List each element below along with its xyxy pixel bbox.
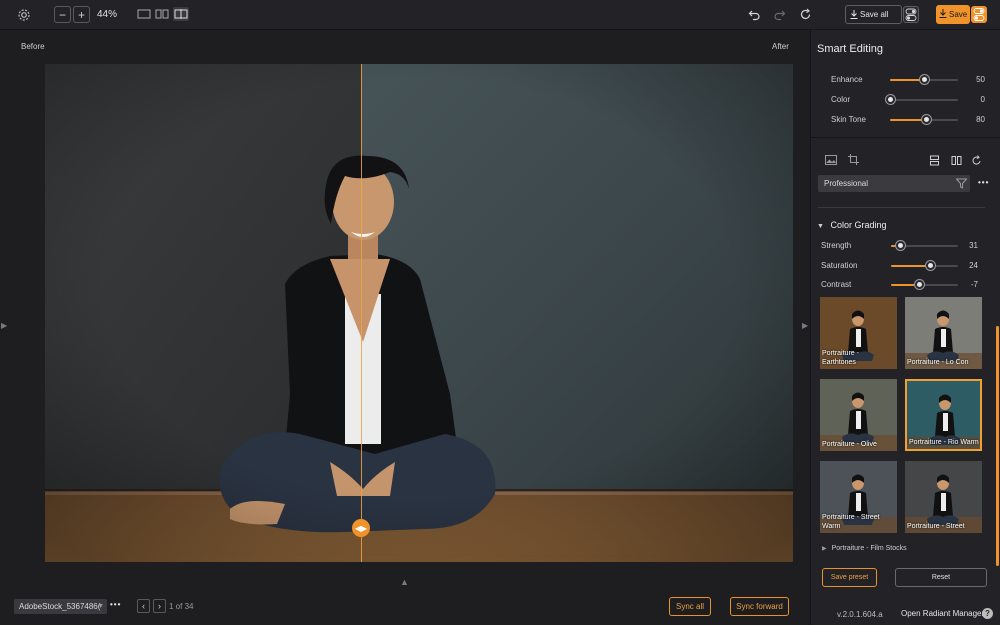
save-label: Save xyxy=(949,10,968,19)
smart-slider-label: Enhance xyxy=(831,75,863,84)
preset-thumbnail[interactable]: Portraiture - Street xyxy=(905,461,982,533)
single-view-icon[interactable] xyxy=(137,8,151,20)
after-label: After xyxy=(772,42,789,51)
save-preset-button[interactable]: Save preset xyxy=(822,568,877,587)
compare-split-handle-icon[interactable]: ◀▶ xyxy=(352,519,370,537)
settings-gear-icon[interactable] xyxy=(17,8,31,22)
grading-slider[interactable] xyxy=(891,241,958,250)
preset-category-value: Professional xyxy=(824,179,869,188)
smart-slider-thumb[interactable] xyxy=(919,75,929,84)
help-icon[interactable]: ? xyxy=(982,608,993,619)
side-by-side-view-icon[interactable] xyxy=(155,8,169,20)
preset-thumbnail[interactable]: Portraiture - Lo Con xyxy=(905,297,982,369)
previous-image-button[interactable]: ‹ xyxy=(137,599,150,613)
preset-thumbnail-label: Portraiture - Lo Con xyxy=(907,359,969,366)
version-text: v.2.0.1.604.a xyxy=(837,610,883,619)
color-grading-section-toggle[interactable]: ▼ Color Grading xyxy=(817,220,886,230)
preset-thumbnail[interactable]: Portraiture - Street Warm xyxy=(820,461,897,533)
smart-slider-value: 80 xyxy=(976,115,985,124)
zoom-in-button[interactable]: + xyxy=(73,6,90,23)
reset-button[interactable]: Reset xyxy=(895,568,987,587)
preset-category-select[interactable]: Professional xyxy=(818,175,970,192)
image-counter: 1 of 34 xyxy=(169,602,194,611)
photo-canvas[interactable]: ◀▶ xyxy=(45,64,793,562)
preset-thumbnail[interactable]: Portraiture - Olive xyxy=(820,379,897,451)
preset-thumbnail-label: Portraiture - Olive xyxy=(822,441,877,448)
preset-thumbnail-label: Portraiture - Rio Warm xyxy=(909,439,979,446)
save-all-button[interactable]: Save all xyxy=(845,5,902,24)
image-icon[interactable] xyxy=(825,155,837,165)
preset-thumbnail[interactable]: Portraiture - Rio Warm xyxy=(905,379,982,451)
smart-slider[interactable] xyxy=(885,95,958,104)
preset-more-button[interactable]: ••• xyxy=(978,178,989,187)
grading-slider[interactable] xyxy=(891,280,958,289)
app-window: − + 44% Save all Save Before After ▶ ▶ ▲… xyxy=(0,0,1000,625)
redo-icon[interactable] xyxy=(773,8,786,21)
smart-slider-value: 0 xyxy=(980,95,985,104)
zoom-out-button[interactable]: − xyxy=(54,6,71,23)
download-icon xyxy=(939,9,947,20)
right-panel-arrow-icon[interactable]: ▶ xyxy=(802,321,808,330)
save-options-toggle[interactable] xyxy=(971,6,987,23)
file-name: AdobeStock_5367486( xyxy=(19,602,101,611)
smart-slider-label: Skin Tone xyxy=(831,115,866,124)
smart-slider-fill xyxy=(890,79,924,81)
sync-forward-button[interactable]: Sync forward xyxy=(730,597,789,616)
zoom-level: 44% xyxy=(97,9,118,20)
crop-icon[interactable] xyxy=(848,154,859,165)
dropdown-caret-icon: ▼ xyxy=(97,603,104,610)
save-all-options-toggle[interactable] xyxy=(903,6,919,23)
before-label: Before xyxy=(21,42,45,51)
divider xyxy=(811,137,1000,138)
preset-group-film-stocks[interactable]: ▶ Portraiture - Film Stocks xyxy=(822,545,907,552)
smart-slider[interactable] xyxy=(890,115,958,124)
top-toolbar: − + 44% Save all Save xyxy=(0,0,1000,30)
smart-slider-label: Color xyxy=(831,95,851,104)
split-view-icon[interactable] xyxy=(173,7,189,21)
grading-slider-label: Contrast xyxy=(821,280,852,289)
grading-slider-value: -7 xyxy=(970,280,978,289)
refresh-icon[interactable] xyxy=(799,8,812,21)
open-radiant-manager-link[interactable]: Open Radiant Manager xyxy=(901,609,984,618)
preset-thumbnail-label: Portraiture - Earthtones xyxy=(822,350,859,366)
grading-slider-thumb[interactable] xyxy=(926,260,936,270)
smart-slider-thumb[interactable] xyxy=(885,95,895,104)
flip-vertical-icon[interactable] xyxy=(929,155,940,166)
panel-title: Smart Editing xyxy=(817,43,884,55)
left-panel-arrow-icon[interactable]: ▶ xyxy=(1,321,7,330)
download-icon xyxy=(850,10,858,21)
flip-horizontal-icon[interactable] xyxy=(951,155,962,166)
grading-slider-value: 31 xyxy=(969,241,978,250)
file-more-button[interactable]: ••• xyxy=(110,600,121,609)
filter-icon[interactable] xyxy=(955,178,968,195)
file-selector[interactable]: AdobeStock_5367486( ▼ xyxy=(14,599,107,614)
section-title: Color Grading xyxy=(830,220,887,230)
filmstrip-toggle-arrow-icon[interactable]: ▲ xyxy=(400,577,409,587)
preset-thumbnail-label: Portraiture - Street xyxy=(907,523,965,530)
photo-image xyxy=(45,64,793,562)
chevron-right-icon: ▶ xyxy=(822,546,827,552)
sync-all-button[interactable]: Sync all xyxy=(669,597,711,616)
panel-scrollbar[interactable] xyxy=(996,326,999,566)
undo-icon[interactable] xyxy=(748,8,761,21)
compare-split-line[interactable] xyxy=(361,64,362,562)
smart-slider[interactable] xyxy=(890,75,958,84)
grading-slider-thumb[interactable] xyxy=(895,241,905,250)
save-all-label: Save all xyxy=(860,10,889,19)
preset-group-label: Portraiture - Film Stocks xyxy=(831,545,907,552)
grading-slider-label: Strength xyxy=(821,241,852,250)
grading-slider-label: Saturation xyxy=(821,260,858,270)
grading-slider-value: 24 xyxy=(969,260,978,270)
rotate-icon[interactable] xyxy=(971,155,982,166)
preset-thumbnail[interactable]: Portraiture - Earthtones xyxy=(820,297,897,369)
grading-slider-fill xyxy=(891,264,931,267)
chevron-down-icon: ▼ xyxy=(817,223,824,230)
next-image-button[interactable]: › xyxy=(153,599,166,613)
smart-slider-value: 50 xyxy=(976,75,985,84)
divider xyxy=(818,207,985,208)
grading-slider[interactable] xyxy=(891,260,958,270)
preset-thumbnail-label: Portraiture - Street Warm xyxy=(822,514,880,530)
save-button[interactable]: Save xyxy=(936,5,970,24)
smart-slider-fill xyxy=(890,119,927,121)
